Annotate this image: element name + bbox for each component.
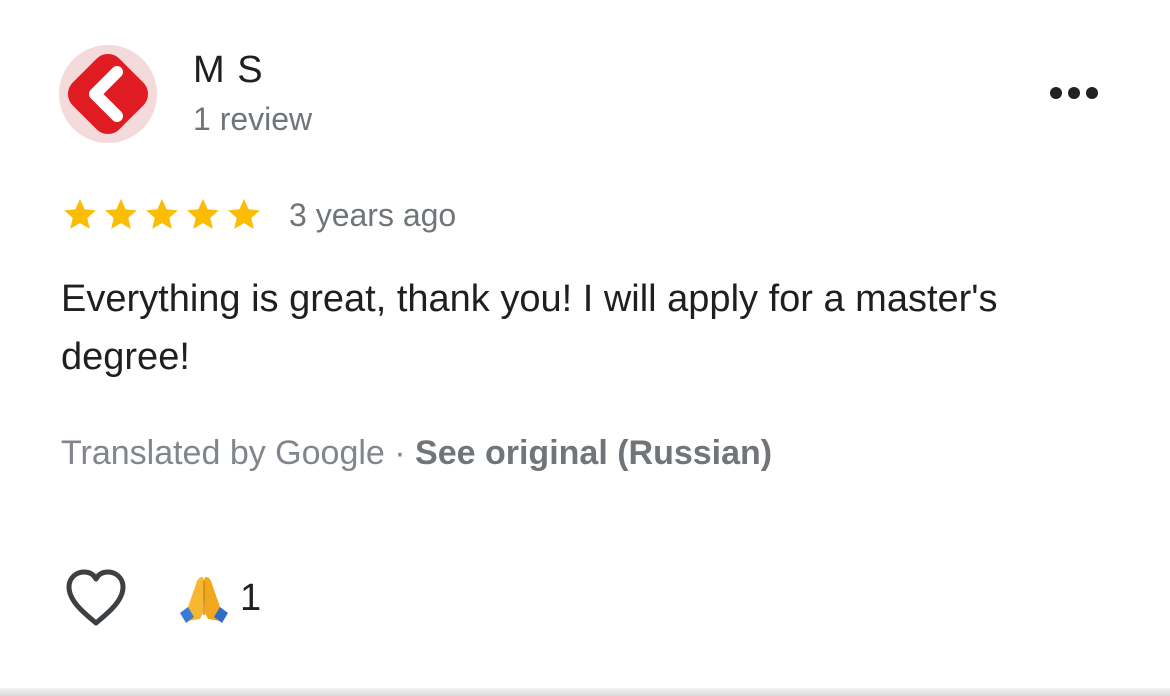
red-arrow-logo-icon: [59, 45, 157, 143]
folded-hands-emoji-icon: [180, 577, 228, 623]
star-icon: [64, 198, 96, 229]
star-icon: [105, 198, 137, 229]
star-rating: [61, 196, 263, 234]
author-review-count: 1 review: [193, 101, 313, 137]
heart-outline-icon[interactable]: [64, 568, 128, 628]
star-icon: [146, 198, 178, 229]
more-dot: [1086, 87, 1098, 99]
translated-by-label: Translated by Google: [61, 434, 385, 472]
star-icon: [187, 198, 219, 229]
rating-row: 3 years ago: [61, 192, 456, 238]
reaction-badge[interactable]: 1: [178, 572, 261, 624]
review-date: 3 years ago: [289, 196, 457, 233]
translation-separator: ·: [384, 434, 416, 472]
author-name[interactable]: M S: [193, 48, 264, 92]
heart-icon: [66, 569, 126, 626]
reaction-count: 1: [240, 576, 262, 619]
translation-info: Translated by Google · See original (Rus…: [61, 430, 772, 476]
bottom-divider: [0, 688, 1170, 696]
see-original-link[interactable]: See original (Russian): [415, 434, 772, 472]
star-icon: [228, 198, 260, 229]
more-dot: [1050, 87, 1062, 99]
more-options-icon[interactable]: [1044, 76, 1104, 110]
review-text: Everything is great, thank you! I will a…: [61, 278, 998, 378]
author-avatar[interactable]: [59, 45, 157, 143]
more-dot: [1068, 87, 1080, 99]
